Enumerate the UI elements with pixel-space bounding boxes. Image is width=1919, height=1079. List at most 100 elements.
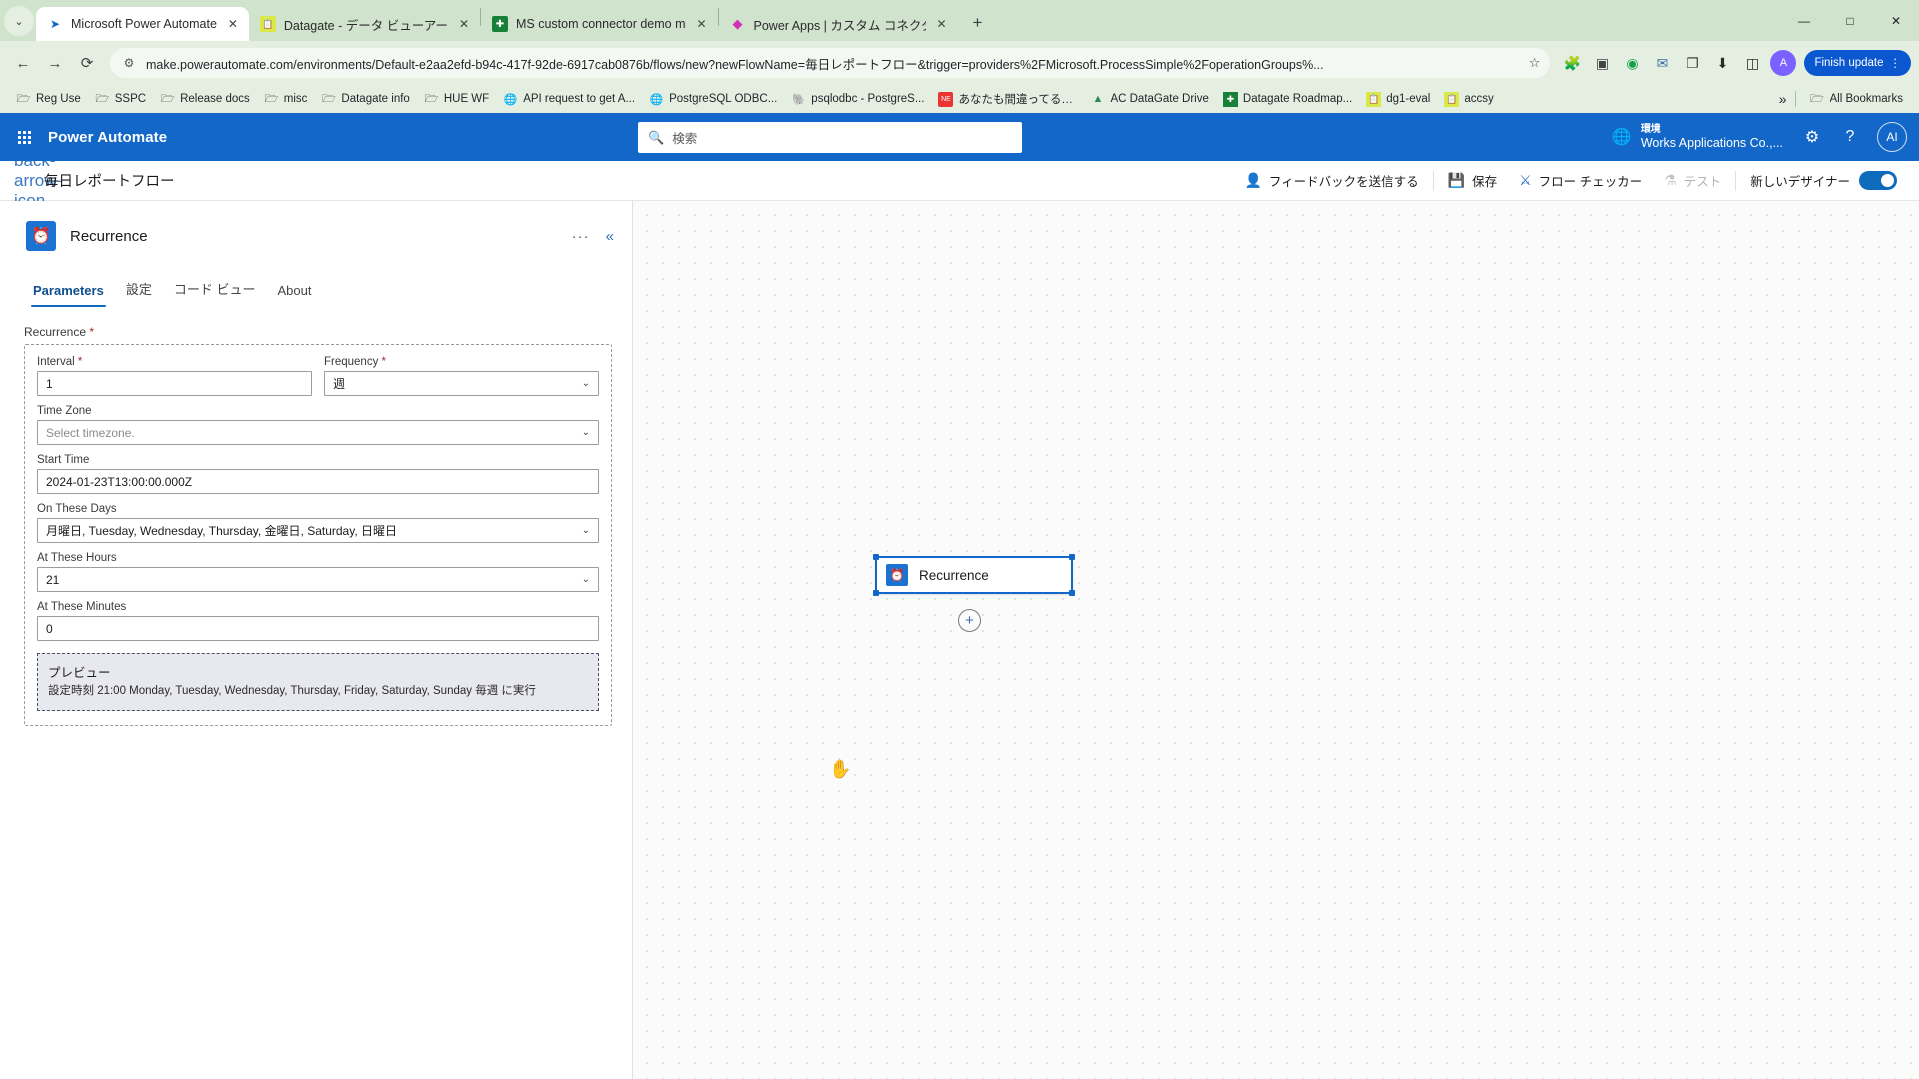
time-zone-select[interactable]: Select timezone. ⌄ (37, 420, 599, 445)
bookmark-item[interactable]: 🗁 HUE WF (418, 89, 495, 110)
browser-tab-1[interactable]: ➤ Microsoft Power Automate ✕ (36, 7, 249, 41)
browser-tab-4[interactable]: ◆ Power Apps | カスタム コネクタ ✕ (719, 7, 958, 41)
frequency-select[interactable]: 週 ⌄ (324, 371, 599, 396)
bookmarks-bar: 🗁 Reg Use 🗁 SSPC 🗁 Release docs 🗁 misc 🗁 Data… (0, 85, 1919, 113)
tab-about[interactable]: About (266, 277, 322, 307)
node-handle-bl[interactable] (873, 590, 879, 596)
tab-strip: ⌄ ➤ Microsoft Power Automate ✕ 📋 Datagat… (0, 0, 1919, 41)
environment-selector[interactable]: 🌐 環境 Works Applications Co.,... (1604, 124, 1791, 150)
tab-close-button[interactable]: ✕ (694, 16, 710, 32)
save-button[interactable]: 💾 保存 (1437, 161, 1508, 200)
node-handle-tl[interactable] (873, 554, 879, 560)
new-designer-toggle[interactable]: 新しいデザイナー (1739, 171, 1905, 190)
folder-icon: 🗁 (95, 92, 110, 105)
save-disk-icon: 💾 (1447, 172, 1466, 188)
bookmark-item[interactable]: 🗁 SSPC (89, 89, 152, 110)
command-bar-actions: 👤 フィードバックを送信する 💾 保存 ⚔ フロー チェッカー ⚗ テスト 新し… (1233, 161, 1905, 200)
minimize-button[interactable]: — (1781, 0, 1827, 41)
send-feedback-button[interactable]: 👤 フィードバックを送信する (1233, 161, 1429, 200)
chevron-down-icon: ⌄ (581, 427, 590, 438)
user-avatar[interactable]: AI (1877, 122, 1907, 152)
bookmark-item[interactable]: 🗁 Release docs (154, 89, 256, 110)
field-interval: Interval * 1 (37, 356, 312, 396)
grammar-icon[interactable]: ◉ (1618, 49, 1646, 77)
new-tab-button[interactable]: + (964, 9, 992, 37)
reload-icon[interactable]: ⟳ (72, 48, 102, 78)
node-handle-br[interactable] (1069, 590, 1075, 596)
at-these-hours-select[interactable]: 21 ⌄ (37, 567, 599, 592)
search-icon: 🔍 (648, 129, 665, 145)
tab-parameters[interactable]: Parameters (22, 277, 115, 307)
sidepanel-icon[interactable]: ◫ (1738, 49, 1766, 77)
bookmark-item[interactable]: 🗁 Datagate info (315, 89, 415, 110)
close-window-button[interactable]: ✕ (1873, 0, 1919, 41)
at-these-minutes-value: 0 (46, 621, 53, 636)
collections-icon[interactable]: ❐ (1678, 49, 1706, 77)
bookmark-label: Datagate Roadmap... (1242, 93, 1353, 105)
bookmark-label: HUE WF (443, 93, 490, 105)
at-these-minutes-input[interactable]: 0 (37, 616, 599, 641)
browser-tab-2[interactable]: 📋 Datagate - データ ビューアー ✕ (249, 7, 480, 41)
more-actions-button[interactable]: ··· (572, 228, 590, 245)
bookmark-label: misc (283, 93, 308, 105)
toggle-switch[interactable] (1859, 171, 1897, 190)
interval-input[interactable]: 1 (37, 371, 312, 396)
bookmark-item[interactable]: ▲ AC DataGate Drive (1084, 89, 1214, 110)
chevron-down-icon: ⌄ (14, 15, 24, 28)
kebab-menu-icon[interactable]: ⋮ (1890, 56, 1902, 70)
on-these-days-select[interactable]: 月曜日, Tuesday, Wednesday, Thursday, 金曜日, … (37, 518, 599, 543)
flow-node-recurrence[interactable]: ⏰ Recurrence (873, 554, 1075, 596)
bookmark-star-icon[interactable]: ☆ (1529, 55, 1541, 71)
browser-tab-3[interactable]: ✚ MS custom connector demo m ✕ (481, 7, 718, 41)
mail-icon[interactable]: ✉ (1648, 49, 1676, 77)
designer-body: ⏰ Recurrence ··· « Parameters 設定 コード ビュー… (0, 201, 1919, 1079)
bookmark-item[interactable]: ✚ Datagate Roadmap... (1217, 89, 1358, 110)
new-designer-label: 新しいデザイナー (1750, 175, 1850, 189)
bookmark-item[interactable]: NE あなたも間違ってるかも... (932, 88, 1082, 110)
finish-update-button[interactable]: Finish update ⋮ (1804, 50, 1911, 76)
add-step-button[interactable]: + (958, 609, 981, 632)
app-launcher-icon[interactable] (0, 113, 48, 161)
tab-code-view[interactable]: コード ビュー (163, 273, 267, 307)
forward-icon[interactable]: → (40, 48, 70, 78)
bookmark-item[interactable]: 🌐 API request to get A... (497, 89, 641, 110)
bookmark-item[interactable]: 🗁 misc (258, 89, 314, 110)
bookmark-item[interactable]: 🗁 Reg Use (10, 89, 87, 110)
panel-header: ⏰ Recurrence ··· « (0, 201, 632, 251)
flow-checker-button[interactable]: ⚔ フロー チェッカー (1508, 161, 1653, 200)
tab-close-button[interactable]: ✕ (456, 16, 472, 32)
test-button[interactable]: ⚗ テスト (1653, 161, 1732, 200)
parameters-form: Recurrence * Interval * 1 Frequency * 週 … (0, 307, 632, 1079)
environment-icon: 🌐 (1611, 129, 1632, 146)
profile-avatar[interactable]: A (1770, 50, 1797, 76)
tab-settings[interactable]: 設定 (115, 273, 163, 307)
back-icon[interactable]: ← (8, 48, 38, 78)
help-icon[interactable]: ? (1833, 120, 1867, 154)
bookmark-item[interactable]: 📋 accsy (1438, 89, 1499, 110)
start-time-input[interactable]: 2024-01-23T13:00:00.000Z (37, 469, 599, 494)
bookmark-item[interactable]: 🌐 PostgreSQL ODBC... (643, 89, 783, 110)
browser-window: ⌄ ➤ Microsoft Power Automate ✕ 📋 Datagat… (0, 0, 1919, 1079)
gear-icon[interactable]: ⚙ (1795, 120, 1829, 154)
bookmarks-overflow-button[interactable]: » (1779, 91, 1787, 107)
interval-label: Interval * (37, 356, 312, 368)
flow-canvas[interactable]: ⏰ Recurrence + ✋ (633, 201, 1919, 1079)
collapse-panel-button[interactable]: « (606, 228, 614, 245)
bookmark-item[interactable]: 📋 dg1-eval (1360, 89, 1436, 110)
datagate-icon: 📋 (259, 16, 276, 32)
tab-close-button[interactable]: ✕ (225, 16, 241, 32)
screenshot-icon[interactable]: ▣ (1588, 49, 1616, 77)
bookmark-item[interactable]: 🐘 psqlodbc - PostgreS... (785, 89, 930, 110)
required-asterisk: * (381, 356, 387, 368)
address-bar[interactable]: ⚙ make.powerautomate.com/environments/De… (110, 48, 1551, 78)
brand-title[interactable]: Power Automate (48, 129, 167, 146)
maximize-button[interactable]: □ (1827, 0, 1873, 41)
puzzle-icon[interactable]: 🧩 (1558, 49, 1586, 77)
tab-close-button[interactable]: ✕ (934, 16, 950, 32)
all-bookmarks-button[interactable]: 🗁 All Bookmarks (1804, 89, 1910, 110)
tab-search-button[interactable]: ⌄ (4, 6, 34, 36)
global-search-input[interactable]: 🔍 検索 (638, 122, 1022, 153)
download-icon[interactable]: ⬇ (1708, 49, 1736, 77)
node-handle-tr[interactable] (1069, 554, 1075, 560)
tune-icon[interactable]: ⚙ (120, 54, 138, 72)
